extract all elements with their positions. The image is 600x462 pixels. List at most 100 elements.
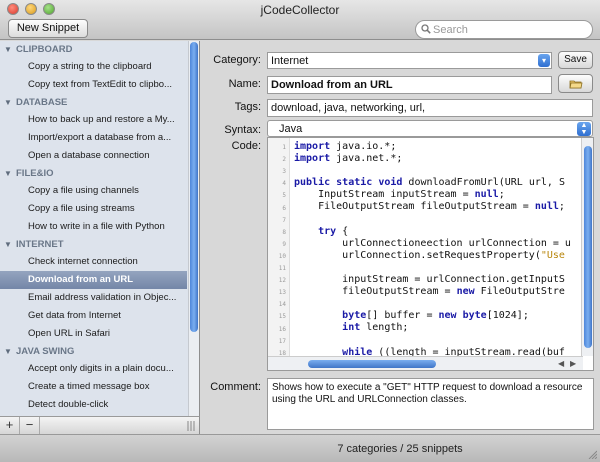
syntax-select[interactable]: Java ▲ ▼ — [267, 120, 593, 137]
code-line: inputStream = urlConnection.getInputS — [294, 274, 565, 286]
split-resize-grip-icon[interactable] — [187, 421, 195, 431]
code-line: public static void downloadFromUrl(URL u… — [294, 177, 565, 189]
line-number: 16 — [278, 325, 286, 333]
disclosure-triangle-icon[interactable]: ▼ — [4, 236, 16, 253]
name-label: Name: — [228, 78, 261, 90]
disclosure-triangle-icon[interactable]: ▼ — [4, 41, 16, 58]
line-number: 6 — [282, 204, 286, 212]
line-number: 5 — [282, 192, 286, 200]
sidebar-scroll-thumb[interactable] — [190, 42, 198, 332]
code-editor[interactable]: 1234567891011121314151617181920 import j… — [267, 137, 594, 371]
disclosure-triangle-icon[interactable]: ▼ — [4, 343, 16, 360]
line-number: 12 — [278, 277, 286, 285]
category-name: INTERNET — [16, 239, 64, 250]
folder-icon — [569, 80, 582, 89]
line-number: 13 — [278, 289, 286, 297]
open-folder-button[interactable] — [558, 74, 593, 93]
code-label: Code: — [231, 140, 261, 152]
snippet-list-item[interactable]: Check internet connection — [0, 253, 187, 271]
line-number: 14 — [278, 301, 286, 309]
snippet-list-item[interactable]: Create a timed message box — [0, 378, 187, 396]
snippet-list-item[interactable]: Open a database connection — [0, 147, 187, 165]
syntax-value: Java — [279, 123, 303, 135]
search-field[interactable] — [415, 20, 593, 39]
code-text[interactable]: import java.io.*; import java.net.*; publ… — [294, 141, 571, 370]
category-name: CLIPBOARD — [16, 44, 73, 55]
snippet-list-item[interactable]: Detect double-click — [0, 396, 187, 414]
line-number: 3 — [282, 168, 286, 176]
code-line: import java.io.*; — [294, 141, 397, 152]
snippet-list-item[interactable]: Download from an URL — [0, 271, 187, 289]
scroll-right-icon[interactable]: ▶ — [570, 359, 576, 368]
category-value: Internet — [271, 55, 309, 67]
code-line: int length; — [342, 322, 409, 334]
snippet-list-item[interactable]: Open URL in Safari — [0, 325, 187, 343]
disclosure-triangle-icon[interactable]: ▼ — [4, 165, 16, 182]
line-number: 2 — [282, 156, 286, 164]
snippet-list-item[interactable]: Accept only digits in a plain docu... — [0, 360, 187, 378]
line-number: 1 — [282, 144, 286, 151]
line-number: 9 — [282, 240, 286, 248]
code-line: fileOutputStream = new FileOutputStre — [294, 286, 565, 298]
snippet-tree: ▼ CLIPBOARD Copy a string to the clipboard… — [0, 41, 187, 416]
window-resize-grip-icon[interactable] — [587, 449, 597, 459]
snippet-list-item[interactable]: Get data from Internet — [0, 307, 187, 325]
comment-field[interactable]: Shows how to execute a "GET" HTTP reques… — [267, 378, 594, 430]
category-name: DATABASE — [16, 97, 68, 108]
name-field[interactable]: Download from an URL — [267, 76, 552, 94]
line-number: 11 — [278, 265, 286, 272]
category-select[interactable]: Internet ▾ — [267, 52, 552, 69]
snippet-list-item[interactable]: How to back up and restore a My... — [0, 111, 187, 129]
code-horizontal-scroll-thumb[interactable] — [308, 360, 436, 368]
category-header[interactable]: ▼ INTERNET — [0, 236, 187, 253]
search-icon — [421, 24, 431, 34]
code-line: urlConnection.setRequestProperty("Use — [294, 249, 565, 261]
tags-label: Tags: — [234, 101, 261, 113]
snippet-list-item[interactable]: Import/export a database from a... — [0, 129, 187, 147]
code-vertical-scrollbar[interactable] — [581, 138, 593, 356]
syntax-label: Syntax: — [224, 124, 261, 136]
sidebar-scrollbar[interactable] — [188, 41, 199, 416]
snippet-list-item[interactable]: Copy a string to the clipboard — [0, 58, 187, 76]
snippet-sidebar: ▼ CLIPBOARD Copy a string to the clipboard… — [0, 41, 200, 416]
snippet-list-item[interactable]: Copy a file using channels — [0, 182, 187, 200]
code-line: FileOutputStream fileOutputStream = null… — [294, 201, 565, 213]
add-snippet-button[interactable]: + — [0, 417, 20, 434]
disclosure-triangle-icon[interactable]: ▼ — [4, 94, 16, 111]
category-label: Category: — [213, 54, 261, 66]
save-button[interactable]: Save — [558, 51, 593, 69]
code-vertical-scroll-thumb[interactable] — [584, 146, 592, 348]
search-input[interactable] — [433, 23, 583, 36]
snippet-list-item[interactable]: How to write in a file with Python — [0, 218, 187, 236]
code-line: import java.net.*; — [294, 153, 403, 165]
tags-field[interactable]: download, java, networking, url, — [267, 99, 593, 117]
remove-snippet-button[interactable]: − — [20, 417, 40, 434]
scroll-left-icon[interactable]: ◀ — [558, 359, 564, 368]
line-number: 8 — [282, 228, 286, 236]
category-header[interactable]: ▼ CLIPBOARD — [0, 41, 187, 58]
snippet-list-item[interactable]: Copy a file using streams — [0, 200, 187, 218]
select-updown-icon: ▲ ▼ — [577, 122, 591, 136]
category-name: JAVA SWING — [16, 346, 75, 357]
code-line: try { — [318, 225, 349, 237]
code-line: urlConnectioneection urlConnection = u — [294, 237, 571, 249]
snippet-list-item[interactable]: Copy text from TextEdit to clipbo... — [0, 76, 187, 94]
sidebar-bottom-bar: + − — [0, 416, 200, 434]
code-horizontal-scrollbar[interactable]: ◀ ▶ — [268, 356, 583, 370]
category-header[interactable]: ▼ DATABASE — [0, 94, 187, 111]
category-header[interactable]: ▼ JAVA SWING — [0, 343, 187, 360]
line-number: 4 — [282, 180, 286, 188]
category-header[interactable]: ▼ FILE&IO — [0, 165, 187, 182]
code-line: byte[] buffer = new byte[1024]; — [342, 310, 529, 322]
comment-label: Comment: — [210, 381, 261, 393]
line-number: 15 — [278, 313, 286, 321]
window-toolbar: jCodeCollector New Snippet — [0, 0, 600, 40]
category-name: FILE&IO — [16, 168, 54, 179]
snippet-list-item[interactable]: Email address validation in Objec... — [0, 289, 187, 307]
code-gutter: 1234567891011121314151617181920 — [268, 138, 290, 369]
new-snippet-button[interactable]: New Snippet — [8, 19, 88, 38]
line-number: 10 — [278, 252, 286, 260]
